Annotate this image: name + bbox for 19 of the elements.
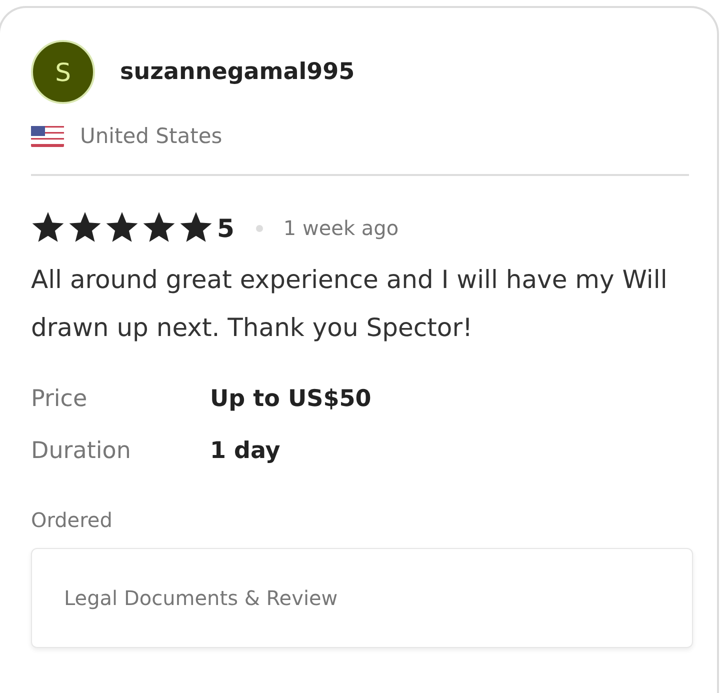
detail-value: 1 day [210, 437, 282, 466]
star-icon [142, 212, 176, 244]
ordered-label: Ordered [31, 508, 114, 532]
flag-icon [31, 126, 64, 146]
country: United States [80, 124, 222, 148]
star-icon [68, 212, 102, 244]
star-icon [179, 212, 213, 244]
detail-value: Up to US$50 [210, 385, 372, 414]
star-icon [105, 212, 139, 244]
detail-label: Duration [31, 437, 132, 466]
username: suzannegamal995 [120, 59, 355, 85]
ordered-item: Legal Documents & Review [64, 586, 338, 610]
review-text: All around great experience and I will have my Will drawn up next. Thank you Spector! [31, 264, 668, 344]
star-icon [31, 212, 65, 244]
detail-label: Price [31, 385, 88, 414]
review-time: 1 week ago [283, 216, 399, 240]
rating-value: 5 [217, 214, 234, 242]
separator-dot [256, 224, 264, 232]
avatar: S [31, 40, 95, 104]
